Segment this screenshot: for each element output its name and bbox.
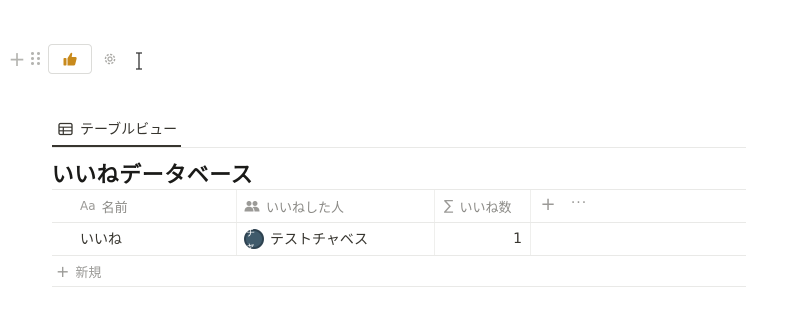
column-label: いいねした人 [266, 200, 345, 216]
avatar: チャ [244, 229, 264, 252]
like-count-value: 1 [513, 231, 522, 247]
column-header-like-count[interactable]: ∑ いいね数 [444, 190, 511, 222]
database-title[interactable]: いいねデータベース [52, 157, 253, 189]
tab-table-view[interactable]: テーブルビュー [52, 112, 183, 146]
row-divider [52, 255, 746, 256]
column-header-liked-by[interactable]: いいねした人 [244, 190, 344, 222]
column-divider[interactable] [434, 190, 435, 256]
text-cursor-icon [134, 52, 144, 70]
tab-label: テーブルビュー [80, 122, 178, 138]
cell-liked-by[interactable]: チャ テストチャベス [244, 223, 368, 255]
settings-gear-icon[interactable] [102, 51, 118, 67]
column-label: 名前 [101, 200, 128, 216]
header-top-divider [52, 189, 746, 190]
column-divider[interactable] [236, 190, 237, 256]
person-name: テストチャベス [270, 232, 369, 248]
column-label: いいね数 [459, 200, 512, 216]
plus-icon: + [56, 261, 70, 281]
new-row-button[interactable]: + 新規 [56, 258, 101, 284]
people-icon [244, 201, 260, 212]
cell-like-count[interactable]: 1 [444, 223, 522, 255]
more-options-icon[interactable]: ··· [570, 196, 588, 213]
row-name: いいね [80, 232, 122, 248]
thumbs-up-icon [63, 52, 77, 66]
like-button[interactable] [48, 44, 92, 74]
tab-divider [52, 147, 746, 148]
text-type-icon: Aa [80, 199, 96, 213]
add-column-plus-icon[interactable]: + [540, 196, 556, 214]
drag-handle-icon[interactable] [30, 51, 42, 67]
sigma-icon: ∑ [444, 198, 454, 214]
header-bottom-divider [52, 222, 746, 223]
column-header-name[interactable]: Aa 名前 [80, 190, 128, 222]
table-bottom-divider [52, 286, 746, 287]
new-row-label: 新規 [75, 265, 102, 281]
cell-name[interactable]: いいね [80, 223, 122, 255]
column-divider[interactable] [530, 190, 531, 256]
table-icon [58, 122, 73, 136]
add-block-icon[interactable]: + [8, 49, 26, 69]
